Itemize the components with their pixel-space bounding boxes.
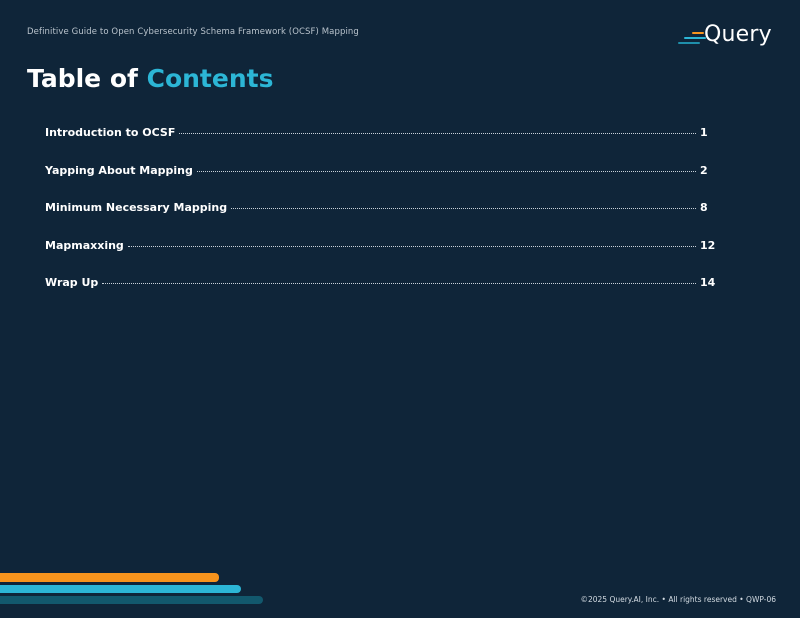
- toc-dot-leader: [127, 245, 696, 247]
- decorative-bar-orange: [0, 573, 219, 582]
- toc-entry-page: 12: [700, 238, 716, 252]
- toc-entry-page: 14: [700, 276, 716, 289]
- toc-entry-page: 1: [700, 126, 708, 139]
- toc-entry[interactable]: Introduction to OCSF 1: [45, 126, 712, 164]
- document-title: Definitive Guide to Open Cybersecurity S…: [27, 27, 359, 37]
- toc-dot-leader: [179, 133, 696, 134]
- toc-entry[interactable]: Wrap Up 14: [45, 276, 716, 314]
- query-logo: Query: [678, 22, 778, 52]
- toc-dot-leader: [102, 283, 696, 284]
- toc-entry[interactable]: Yapping About Mapping 2: [45, 164, 712, 202]
- decorative-bar-cyan: [0, 585, 241, 593]
- toc-dot-leader: [196, 170, 696, 172]
- toc-dot-leader: [231, 208, 696, 209]
- table-of-contents: Introduction to OCSF 1 Yapping About Map…: [45, 126, 716, 314]
- decorative-bar-teal: [0, 596, 263, 604]
- toc-entry-title: Yapping About Mapping: [45, 163, 193, 177]
- page-title-part1: Table of: [27, 64, 138, 93]
- page-title: Table of Contents: [27, 64, 273, 93]
- page-title-part2: Contents: [146, 64, 274, 93]
- toc-entry-page: 8: [700, 201, 708, 214]
- toc-entry-title: Wrap Up: [45, 276, 99, 289]
- toc-entry-title: Minimum Necessary Mapping: [45, 201, 228, 214]
- logo-wordmark: Query: [704, 22, 772, 47]
- toc-entry[interactable]: Minimum Necessary Mapping 8: [45, 201, 712, 239]
- toc-entry-title: Introduction to OCSF: [45, 126, 176, 139]
- toc-entry[interactable]: Mapmaxxing 12: [45, 238, 716, 277]
- toc-entry-page: 2: [700, 163, 708, 177]
- footer-copyright: ©2025 Query.AI, Inc. • All rights reserv…: [580, 595, 776, 604]
- toc-entry-title: Mapmaxxing: [45, 238, 124, 252]
